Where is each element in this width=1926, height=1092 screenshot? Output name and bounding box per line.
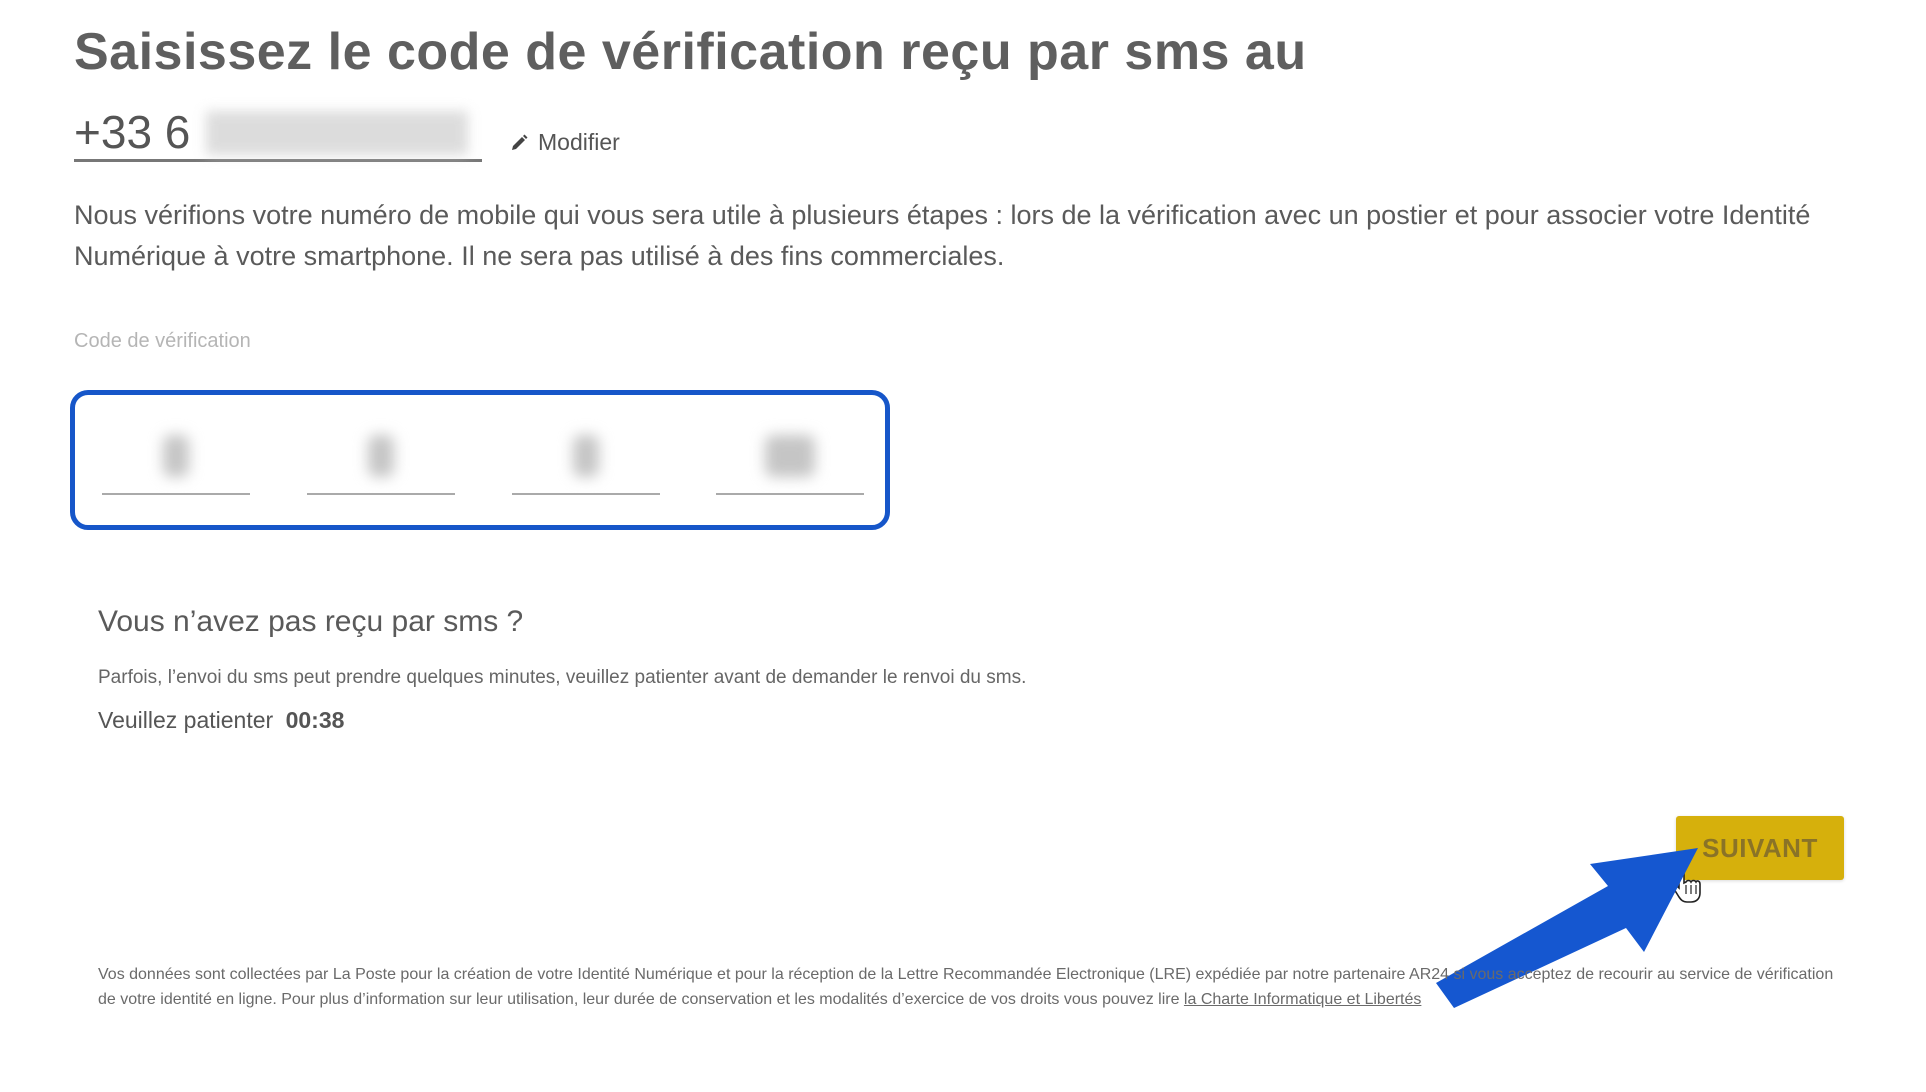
code-digit-3[interactable] bbox=[512, 425, 660, 495]
modify-label: Modifier bbox=[538, 129, 620, 155]
page-title: Saisissez le code de vérification reçu p… bbox=[74, 23, 1307, 81]
phone-number: +33 6 bbox=[74, 104, 482, 162]
countdown-timer: 00:38 bbox=[285, 707, 345, 733]
resend-title: Vous n’avez pas reçu par sms ? bbox=[98, 605, 524, 638]
resend-info: Parfois, l’envoi du sms peut prendre que… bbox=[98, 667, 1027, 688]
legal-footer: Vos données sont collectées par La Poste… bbox=[98, 962, 1838, 1012]
code-input-highlight bbox=[70, 390, 890, 530]
pencil-icon bbox=[512, 134, 528, 150]
phone-prefix: +33 6 bbox=[74, 106, 191, 158]
code-digit-4[interactable] bbox=[716, 425, 864, 495]
code-digit-2[interactable] bbox=[307, 425, 455, 495]
legal-text: Vos données sont collectées par La Poste… bbox=[98, 966, 1834, 1008]
phone-row: +33 6 Modifier bbox=[74, 100, 620, 162]
code-digit-1[interactable] bbox=[102, 425, 250, 495]
wait-message: Veuillez patienter 00:38 bbox=[98, 707, 344, 734]
wait-label: Veuillez patienter bbox=[98, 707, 274, 733]
code-label: Code de vérification bbox=[74, 330, 251, 352]
description: Nous vérifions votre numéro de mobile qu… bbox=[74, 200, 1811, 271]
modify-button[interactable]: Modifier bbox=[510, 129, 620, 162]
phone-redacted bbox=[206, 111, 469, 155]
verification-page: Saisissez le code de vérification reçu p… bbox=[0, 0, 1926, 1092]
privacy-charter-link[interactable]: la Charte Informatique et Libertés bbox=[1184, 991, 1421, 1008]
